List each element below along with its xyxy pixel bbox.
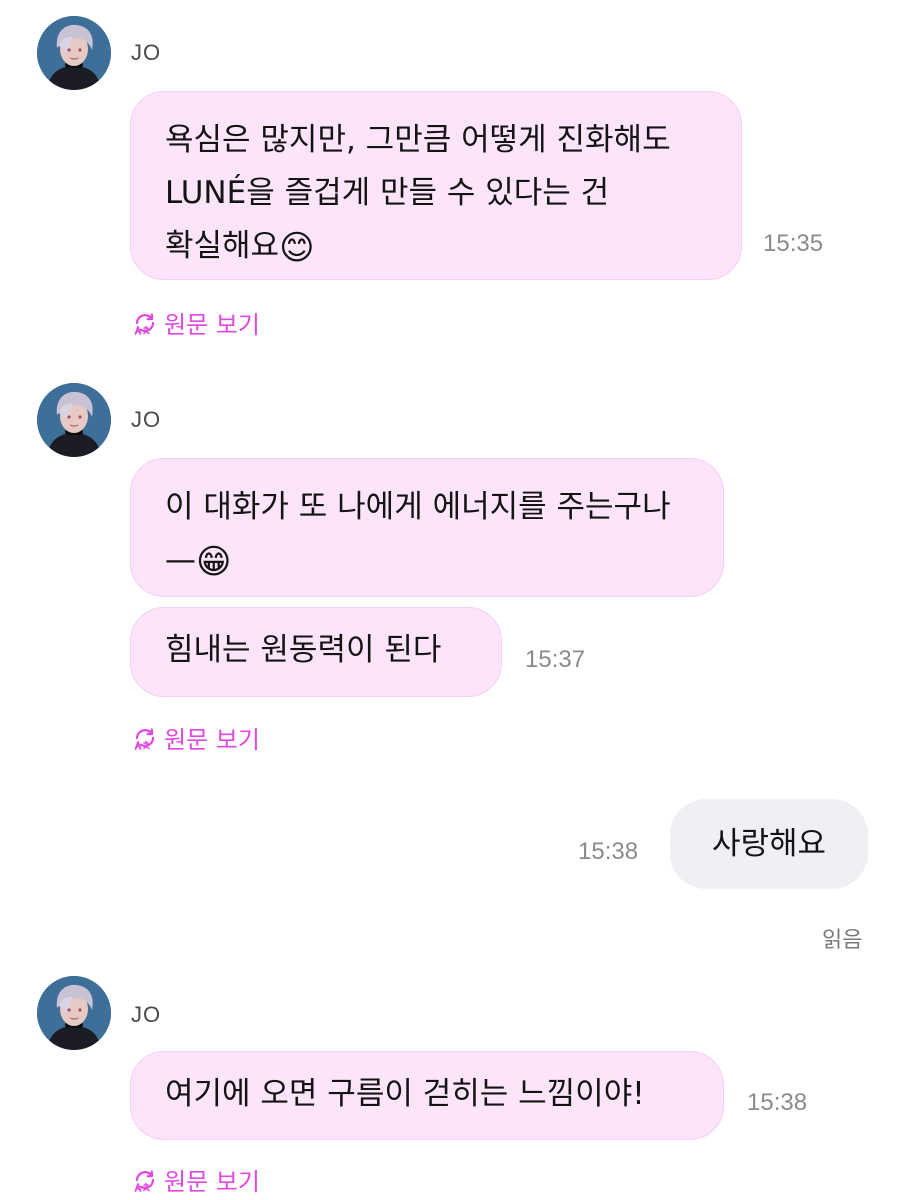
message-timestamp: 15:37 — [525, 646, 586, 673]
view-original-label: 원문 보기 — [164, 1168, 260, 1196]
message-bubble[interactable]: 여기에 오면 구름이 걷히는 느낌이야! — [130, 1051, 724, 1140]
grinning-face-emoji-icon: 😁 — [196, 542, 232, 582]
translate-icon — [132, 1167, 158, 1193]
smiling-face-emoji-icon: 😊 — [279, 228, 315, 268]
view-original-button[interactable]: 원문 보기 — [132, 720, 260, 755]
translate-icon — [132, 725, 158, 751]
message-text: 사랑해요 — [711, 826, 827, 862]
avatar-icon[interactable] — [37, 976, 111, 1050]
read-receipt: 읽음 — [822, 928, 863, 953]
view-original-button[interactable]: 원문 보기 — [132, 1162, 260, 1197]
view-original-label: 원문 보기 — [164, 726, 260, 754]
sender-name: JO — [131, 40, 162, 65]
message-bubble[interactable]: 이 대화가 또 나에게 에너지를 주는구나—😁 — [130, 458, 724, 597]
message-bubble[interactable]: 힘내는 원동력이 된다 — [130, 607, 502, 697]
sender-name: JO — [131, 1002, 162, 1027]
view-original-button[interactable]: 원문 보기 — [132, 305, 260, 340]
translate-icon — [132, 310, 158, 336]
avatar-icon[interactable] — [37, 383, 111, 457]
message-text: 여기에 오면 구름이 걷히는 느낌이야! — [165, 1076, 645, 1112]
sender-name: JO — [131, 407, 162, 432]
message-text: 힘내는 원동력이 된다 — [165, 632, 442, 668]
message-text: 욕심은 많지만, 그만큼 어떻게 진화해도 LUNÉ을 즐겁게 만들 수 있다는… — [165, 122, 671, 264]
message-timestamp: 15:38 — [747, 1089, 808, 1116]
avatar-icon[interactable] — [37, 16, 111, 90]
message-bubble[interactable]: 욕심은 많지만, 그만큼 어떻게 진화해도 LUNÉ을 즐겁게 만들 수 있다는… — [130, 91, 742, 280]
message-text: 이 대화가 또 나에게 에너지를 주는구나— — [165, 489, 671, 578]
my-message-bubble[interactable]: 사랑해요 — [670, 799, 868, 889]
view-original-label: 원문 보기 — [164, 311, 260, 339]
message-timestamp: 15:35 — [763, 230, 824, 257]
message-timestamp: 15:38 — [578, 838, 639, 865]
